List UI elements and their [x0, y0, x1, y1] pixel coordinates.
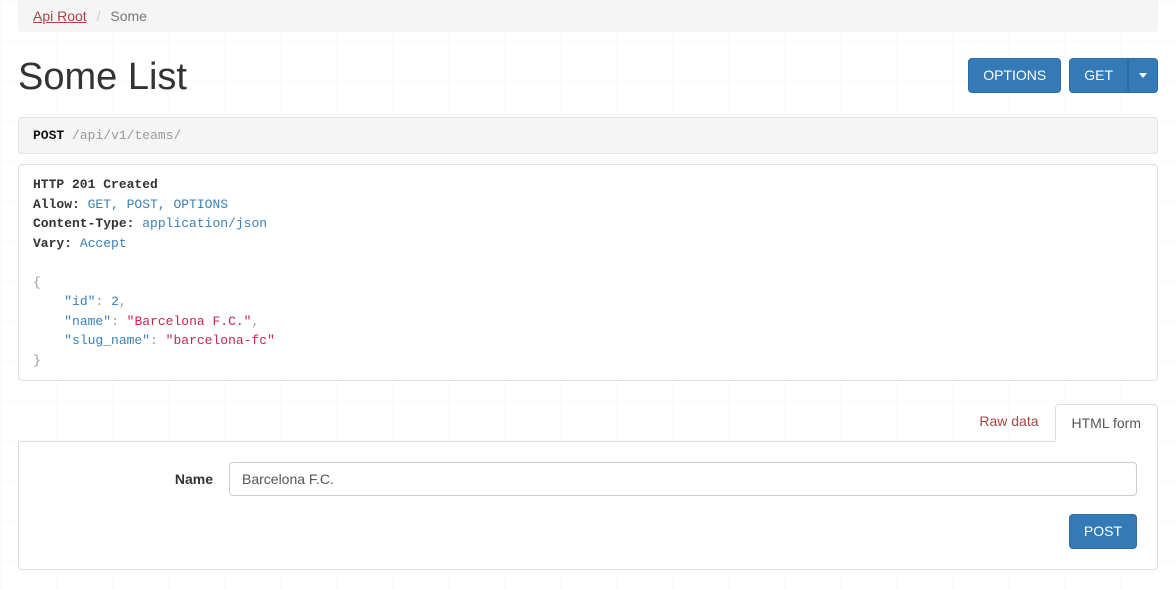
request-method: POST	[33, 128, 64, 143]
breadcrumb: Api Root / Some	[18, 0, 1158, 32]
breadcrumb-current: Some	[110, 8, 147, 24]
options-button[interactable]: OPTIONS	[968, 58, 1061, 93]
post-button[interactable]: POST	[1069, 514, 1137, 549]
form-tabs: Raw data HTML form	[18, 403, 1158, 441]
get-button-group: GET	[1069, 58, 1158, 93]
breadcrumb-root[interactable]: Api Root	[33, 8, 87, 24]
action-buttons: OPTIONS GET	[968, 52, 1158, 93]
breadcrumb-separator: /	[91, 8, 107, 24]
tab-raw-data[interactable]: Raw data	[963, 403, 1054, 441]
response-block: HTTP 201 Created Allow: GET, POST, OPTIO…	[18, 164, 1158, 381]
request-line: POST /api/v1/teams/	[18, 117, 1158, 154]
name-input[interactable]	[229, 462, 1137, 496]
tab-html-form[interactable]: HTML form	[1055, 404, 1158, 442]
name-label: Name	[39, 471, 229, 487]
caret-down-icon	[1139, 73, 1147, 78]
page-title: Some List	[18, 56, 187, 99]
get-button[interactable]: GET	[1069, 58, 1128, 93]
form-panel: Name POST	[18, 441, 1158, 570]
get-dropdown-toggle[interactable]	[1128, 58, 1158, 93]
request-path: /api/v1/teams/	[72, 128, 181, 143]
